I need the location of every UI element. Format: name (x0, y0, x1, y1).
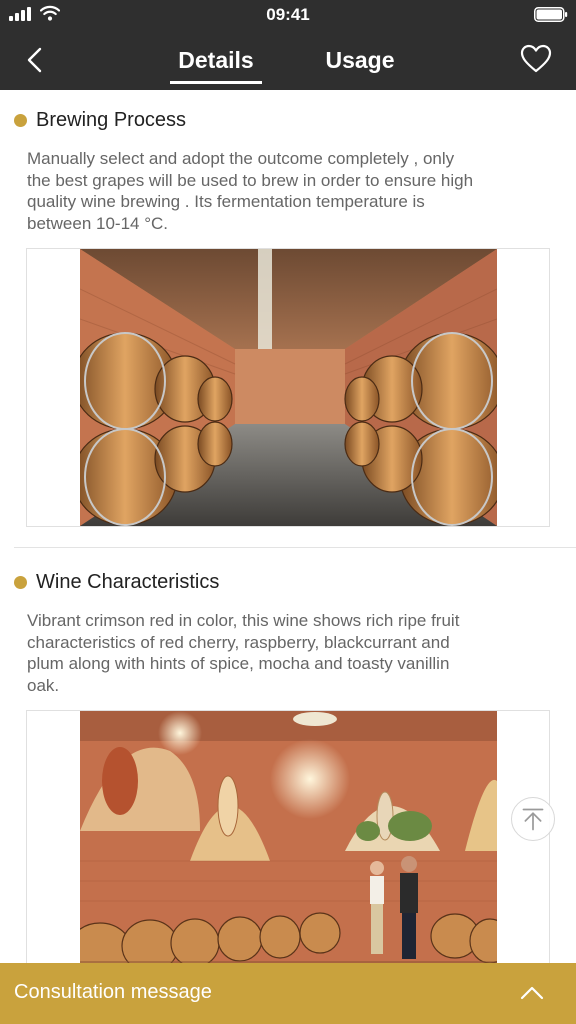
text-line: between 10-14 °C. (27, 214, 168, 234)
tab-details-label: Details (178, 47, 254, 73)
text-line: Vibrant crimson red in color, this wine … (27, 611, 460, 630)
text-line: plum along with hints of spice, mocha an… (27, 654, 450, 674)
arrow-up-to-top-icon[interactable] (511, 797, 555, 841)
status-time: 09:41 (266, 5, 310, 24)
text-line: Manually select and adopt the outcome co… (27, 149, 455, 168)
consultation-label: Consultation message (14, 981, 212, 1003)
cellar-with-murals-photo (80, 711, 497, 963)
active-tab-indicator (170, 81, 262, 84)
section-header-brewing: Brewing Process (14, 105, 186, 135)
details-content[interactable]: Brewing Process Manually select and adop… (0, 90, 576, 963)
photo-frame[interactable] (26, 248, 550, 527)
bullet-dot-icon (14, 575, 27, 589)
barrel-cellar-photo (80, 249, 497, 526)
tab-details[interactable]: Details (170, 44, 262, 84)
chevron-left-icon[interactable] (22, 46, 50, 74)
section-header-characteristics: Wine Characteristics (14, 567, 219, 597)
heart-outline-icon[interactable] (520, 44, 552, 74)
section-title: Wine Characteristics (36, 570, 220, 593)
tab-usage-label: Usage (325, 47, 395, 73)
tab-usage[interactable]: Usage (318, 44, 402, 78)
photo-frame[interactable] (26, 710, 550, 963)
nav-bar: Details Usage (0, 30, 576, 90)
chevron-up-icon[interactable] (520, 983, 544, 1003)
consultation-bar[interactable]: Consultation message (0, 963, 576, 1024)
section-description: Vibrant crimson red in color, this wine … (27, 610, 547, 697)
text-line: oak. (27, 676, 60, 696)
section-description: Manually select and adopt the outcome co… (27, 148, 547, 235)
battery-icon (534, 7, 568, 22)
text-line: quality wine brewing . Its fermentation … (27, 192, 425, 212)
status-bar: 09:41 (0, 0, 576, 30)
text-line: the best grapes will be used to brew in … (27, 170, 474, 190)
bullet-dot-icon (14, 113, 27, 127)
section-title: Brewing Process (36, 108, 187, 131)
section-divider (14, 547, 576, 548)
text-line: characteristics of red cherry, raspberry… (27, 632, 450, 652)
